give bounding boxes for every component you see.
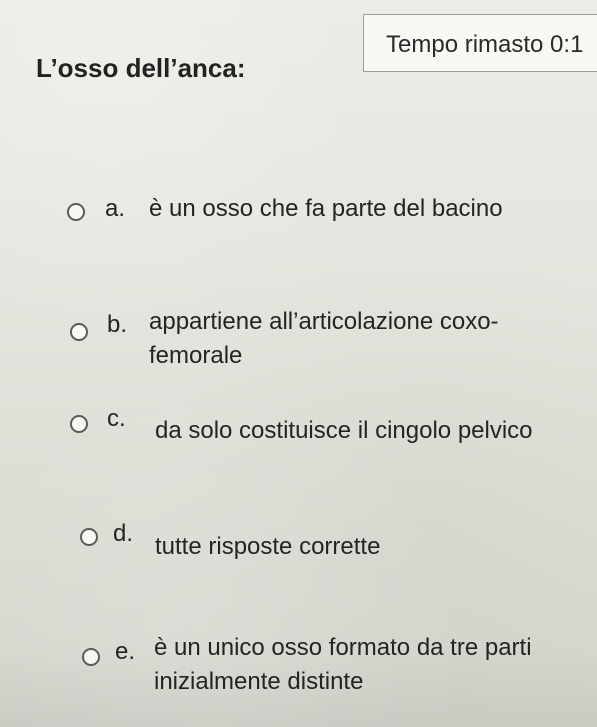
- option-b-radio[interactable]: [70, 323, 88, 341]
- question-title: L’osso dell’anca:: [36, 53, 246, 83]
- timer-label: Tempo rimasto 0:1: [386, 31, 584, 58]
- option-e-text: è un unico osso formato da tre parti ini…: [154, 634, 532, 695]
- timer-box: Tempo rimasto 0:1: [363, 14, 597, 72]
- option-a-text: è un osso che fa parte del bacino: [149, 195, 503, 222]
- option-c-letter: c.: [107, 405, 126, 432]
- option-a-radio[interactable]: [67, 203, 85, 221]
- option-b-letter: b.: [107, 311, 128, 338]
- option-d-radio[interactable]: [80, 528, 98, 546]
- option-b-text: appartiene all’articolazione coxo-femora…: [149, 308, 499, 369]
- option-d-text: tutte risposte corrette: [155, 533, 381, 560]
- option-c-text: da solo costituisce il cingolo pelvico: [155, 417, 533, 444]
- option-c-radio[interactable]: [70, 415, 88, 433]
- option-e-radio[interactable]: [82, 648, 100, 666]
- option-d-letter: d.: [113, 520, 134, 547]
- option-a-letter: a.: [105, 195, 126, 222]
- option-e-letter: e.: [115, 638, 136, 665]
